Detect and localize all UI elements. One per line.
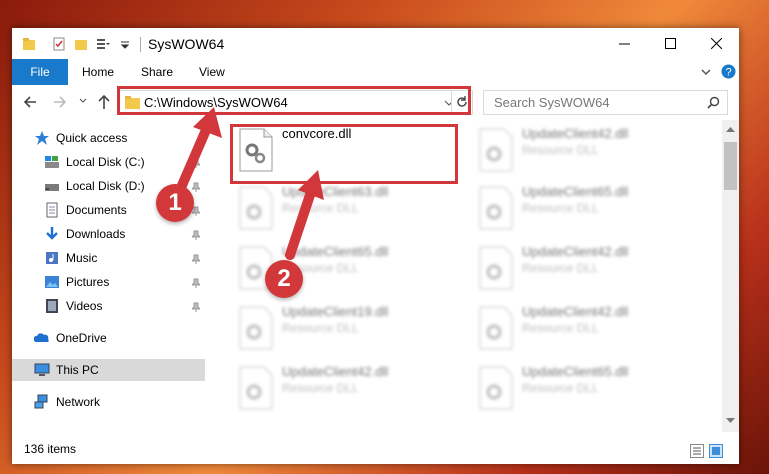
arrow-2: [285, 170, 324, 260]
annotation-arrows: [175, 107, 324, 260]
arrow-1: [175, 107, 222, 195]
step-marker-1: 1: [156, 184, 194, 222]
step-marker-2: 2: [265, 260, 303, 298]
